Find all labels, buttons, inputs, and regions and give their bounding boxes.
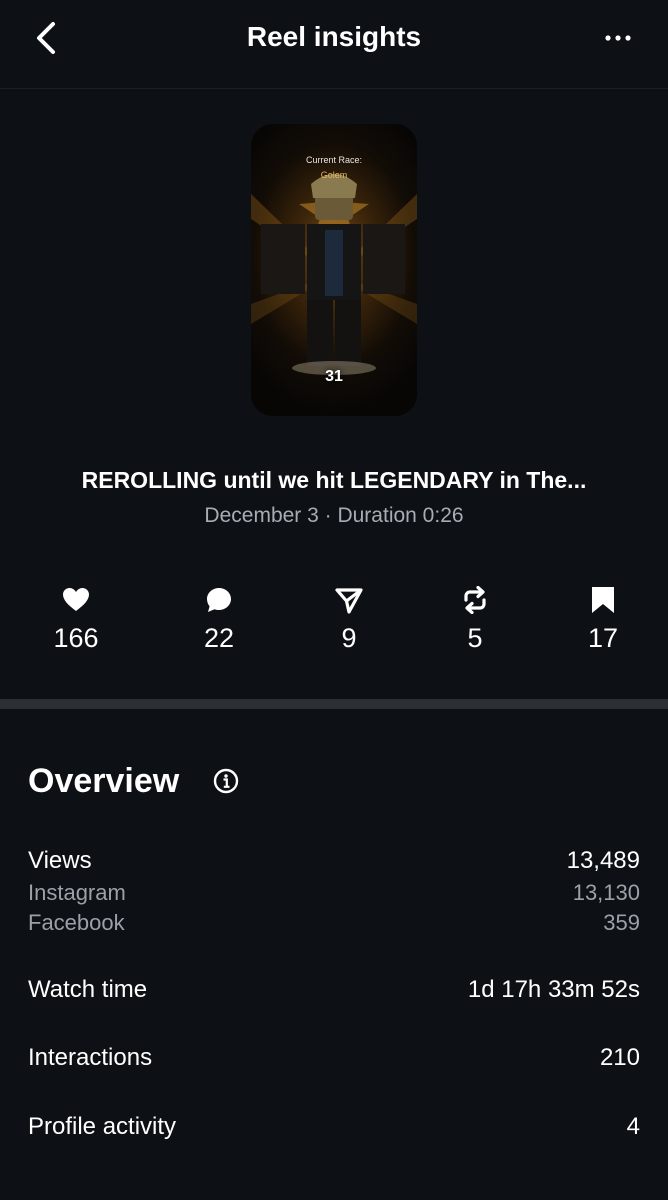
comments-count: 22 <box>203 623 235 653</box>
thumbnail-caption: Current Race: <box>305 155 363 165</box>
thumbnail-counter: 31 <box>325 368 343 385</box>
bookmark-icon <box>592 587 614 613</box>
info-icon <box>213 768 239 794</box>
reel-thumbnail[interactable]: Current Race: Golem 31 <box>251 124 417 416</box>
interactions-label: Interactions <box>28 1044 153 1071</box>
facebook-label: Facebook <box>28 910 125 935</box>
reel-title: REROLLING until we hit LEGENDARY in The.… <box>81 467 587 493</box>
profile-activity-row[interactable]: Profile activity 4 <box>28 1111 640 1143</box>
reel-meta: December 3 · Duration 0:26 <box>204 504 464 527</box>
watch-time-label: Watch time <box>28 976 148 1003</box>
stat-comments: 22 <box>169 584 269 656</box>
overview-title: Overview <box>28 762 180 800</box>
views-row[interactable]: Views 13,489 <box>28 845 640 877</box>
stat-saves: 17 <box>553 584 653 656</box>
watch-time-row[interactable]: Watch time 1d 17h 33m 52s <box>28 974 640 1006</box>
reposts-count: 5 <box>467 623 483 653</box>
info-button[interactable] <box>213 768 239 794</box>
instagram-label: Instagram <box>28 880 126 905</box>
views-label: Views <box>28 847 92 874</box>
profile-activity-label: Profile activity <box>28 1113 177 1140</box>
more-horizontal-icon <box>605 35 631 41</box>
send-icon <box>335 588 363 614</box>
instagram-views-row: Instagram 13,130 <box>28 878 640 908</box>
comment-icon <box>207 588 231 612</box>
stat-reposts: 5 <box>425 584 525 656</box>
repost-icon <box>464 586 486 614</box>
stat-shares: 9 <box>299 584 399 656</box>
heart-icon <box>63 588 89 611</box>
likes-count: 166 <box>53 623 99 653</box>
thumbnail-race: Golem <box>320 170 348 180</box>
page-title: Reel insights <box>246 21 422 52</box>
views-value: 13,489 <box>566 847 640 874</box>
facebook-value: 359 <box>603 910 640 935</box>
shares-count: 9 <box>341 623 357 653</box>
interactions-row[interactable]: Interactions 210 <box>28 1042 640 1074</box>
more-options-button[interactable] <box>598 26 638 50</box>
instagram-value: 13,130 <box>572 880 640 905</box>
facebook-views-row: Facebook 359 <box>28 908 640 938</box>
section-divider <box>0 699 668 709</box>
watch-time-value: 1d 17h 33m 52s <box>467 976 640 1003</box>
interactions-value: 210 <box>599 1044 640 1071</box>
stat-likes: 166 <box>26 584 126 656</box>
profile-activity-value: 4 <box>626 1113 640 1140</box>
saves-count: 17 <box>587 623 619 653</box>
header-bar: Reel insights <box>0 0 668 89</box>
